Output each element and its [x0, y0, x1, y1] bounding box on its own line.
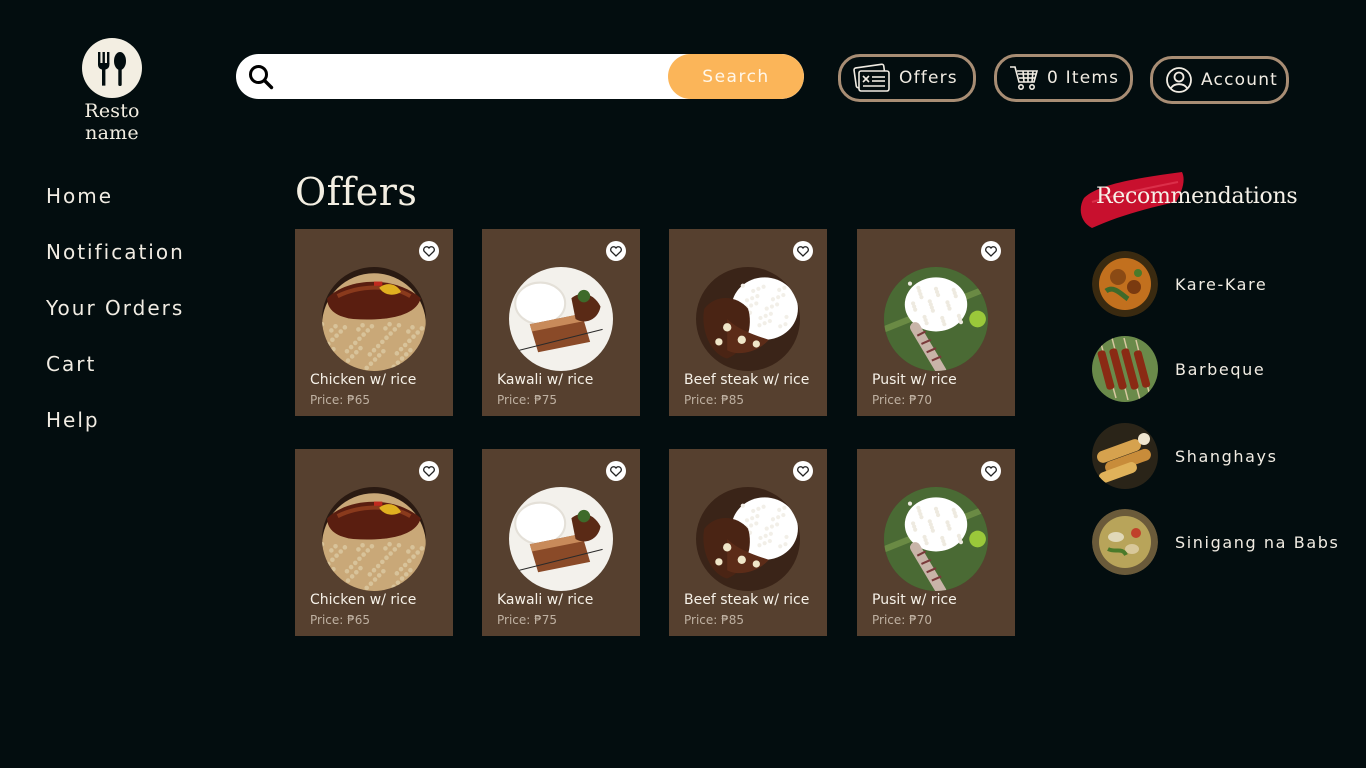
offer-price: Price: ₱65	[310, 613, 371, 627]
offer-name: Kawali w/ rice	[497, 592, 594, 608]
food-image	[322, 267, 426, 371]
search-input[interactable]	[284, 54, 704, 99]
recommendations-header: Recommendations	[1078, 172, 1318, 228]
offer-name: Pusit w/ rice	[872, 592, 957, 608]
favorite-heart-icon[interactable]	[419, 241, 439, 261]
recommendations-title: Recommendations	[1096, 184, 1298, 209]
user-icon	[1166, 67, 1192, 93]
offer-price: Price: ₱70	[872, 613, 933, 627]
offer-card[interactable]: Beef steak w/ rice Price: ₱85	[669, 229, 827, 416]
favorite-heart-icon[interactable]	[793, 241, 813, 261]
brand-logo[interactable]: Resto name	[56, 38, 168, 144]
food-image	[509, 267, 613, 371]
recommendation-item[interactable]: Shanghays	[1092, 423, 1352, 489]
sidebar-nav: Home Notification Your Orders Cart Help	[46, 182, 185, 462]
offer-card[interactable]: Chicken w/ rice Price: ₱65	[295, 229, 453, 416]
food-image	[322, 487, 426, 591]
recommendation-name: Barbeque	[1175, 360, 1266, 379]
favorite-heart-icon[interactable]	[793, 461, 813, 481]
offer-name: Kawali w/ rice	[497, 372, 594, 388]
offer-name: Beef steak w/ rice	[684, 372, 810, 388]
offer-card[interactable]: Kawali w/ rice Price: ₱75	[482, 449, 640, 636]
dish-image	[1092, 251, 1158, 317]
offer-price: Price: ₱85	[684, 613, 745, 627]
offers-label: Offers	[899, 68, 958, 88]
recommendation-item[interactable]: Kare-Kare	[1092, 251, 1352, 317]
offer-price: Price: ₱75	[497, 613, 558, 627]
account-button[interactable]: Account	[1150, 56, 1289, 104]
food-image	[696, 267, 800, 371]
offer-price: Price: ₱65	[310, 393, 371, 407]
account-label: Account	[1201, 70, 1279, 90]
offer-name: Chicken w/ rice	[310, 372, 417, 388]
favorite-heart-icon[interactable]	[419, 461, 439, 481]
coupon-icon	[853, 63, 890, 92]
offer-name: Beef steak w/ rice	[684, 592, 810, 608]
nav-item-cart[interactable]: Cart	[46, 350, 185, 406]
search-icon[interactable]	[248, 64, 274, 90]
recommendation-item[interactable]: Sinigang na Babs	[1092, 509, 1352, 575]
favorite-heart-icon[interactable]	[981, 241, 1001, 261]
recommendation-name: Shanghays	[1175, 447, 1278, 466]
offer-name: Pusit w/ rice	[872, 372, 957, 388]
offer-card[interactable]: Chicken w/ rice Price: ₱65	[295, 449, 453, 636]
offers-button[interactable]: Offers	[838, 54, 976, 102]
food-image	[696, 487, 800, 591]
nav-item-home[interactable]: Home	[46, 182, 185, 238]
dish-image	[1092, 336, 1158, 402]
offer-price: Price: ₱70	[872, 393, 933, 407]
offer-price: Price: ₱85	[684, 393, 745, 407]
offer-card[interactable]: Kawali w/ rice Price: ₱75	[482, 229, 640, 416]
food-image	[509, 487, 613, 591]
recommendation-name: Kare-Kare	[1175, 275, 1268, 294]
nav-item-your-orders[interactable]: Your Orders	[46, 294, 185, 350]
cart-label: 0 Items	[1047, 68, 1120, 88]
offer-card[interactable]: Beef steak w/ rice Price: ₱85	[669, 449, 827, 636]
dish-image	[1092, 509, 1158, 575]
food-image	[884, 267, 988, 371]
recommendation-name: Sinigang na Babs	[1175, 533, 1340, 552]
favorite-heart-icon[interactable]	[606, 241, 626, 261]
nav-item-help[interactable]: Help	[46, 406, 185, 462]
search-button[interactable]: Search	[668, 54, 804, 99]
fork-spoon-icon	[82, 38, 142, 98]
offer-name: Chicken w/ rice	[310, 592, 417, 608]
offer-card[interactable]: Pusit w/ rice Price: ₱70	[857, 229, 1015, 416]
favorite-heart-icon[interactable]	[981, 461, 1001, 481]
offer-card[interactable]: Pusit w/ rice Price: ₱70	[857, 449, 1015, 636]
offer-price: Price: ₱75	[497, 393, 558, 407]
dish-image	[1092, 423, 1158, 489]
search-bar: Search	[236, 54, 804, 99]
favorite-heart-icon[interactable]	[606, 461, 626, 481]
brand-name: Resto name	[84, 100, 140, 144]
recommendation-item[interactable]: Barbeque	[1092, 336, 1352, 402]
cart-button[interactable]: 0 Items	[994, 54, 1133, 102]
food-image	[884, 487, 988, 591]
offers-heading: Offers	[295, 170, 418, 214]
nav-item-notification[interactable]: Notification	[46, 238, 185, 294]
shopping-cart-icon	[1010, 66, 1039, 90]
